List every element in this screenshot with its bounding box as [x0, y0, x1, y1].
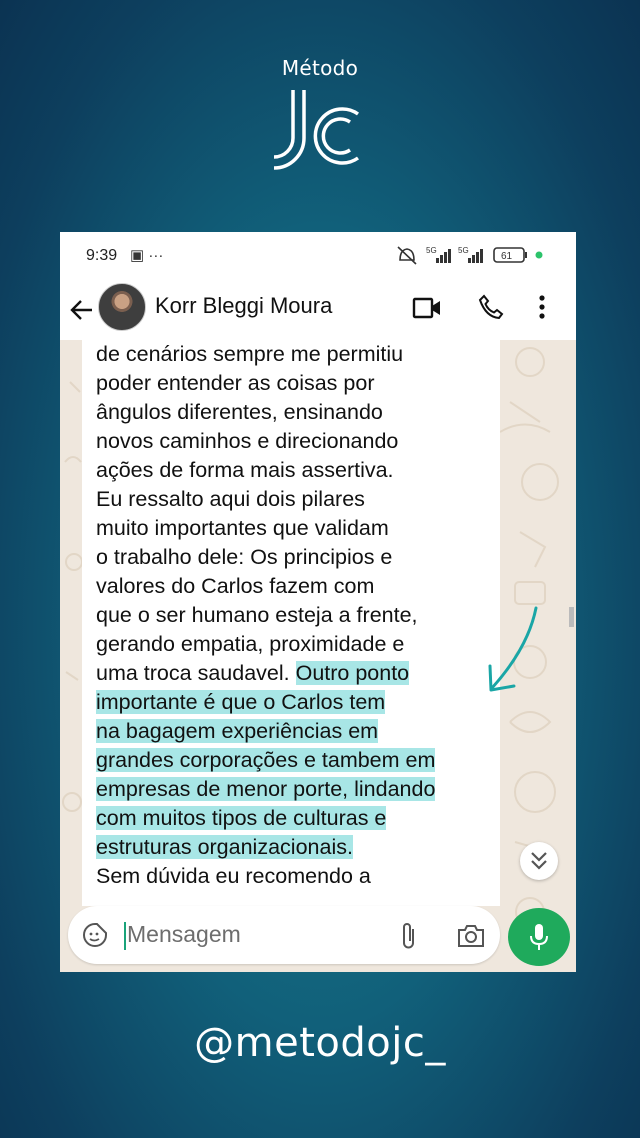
highlighted-text: estruturas organizacionais. — [96, 835, 353, 859]
message-line-text: muito importantes que validam — [96, 516, 389, 540]
more-vert-icon[interactable] — [538, 294, 546, 320]
message-line: Sem dúvida eu recomendo a — [96, 862, 500, 891]
network-label-2: 5G — [458, 246, 469, 255]
video-call-icon[interactable] — [412, 296, 442, 320]
status-notification-icons: ▣ ··· — [130, 247, 164, 264]
phone-screenshot: 9:39 ▣ ··· 5G 5G 61 Korr Bleggi Moura de… — [60, 232, 576, 972]
message-line: na bagagem experiências em — [96, 717, 500, 746]
message-line-text: gerando empatia, proximidade e — [96, 632, 405, 656]
signal-icon-2 — [468, 249, 483, 263]
message-line-text: Sem dúvida eu recomendo a — [96, 864, 371, 888]
message-line-text: que o ser humano esteja a frente, — [96, 603, 418, 627]
chat-header: Korr Bleggi Moura — [60, 278, 576, 340]
brand-logo — [273, 90, 360, 170]
status-time: 9:39 — [86, 247, 118, 264]
message-line: valores do Carlos fazem com — [96, 572, 500, 601]
mic-icon — [530, 924, 548, 950]
chevron-double-down-icon — [531, 852, 547, 870]
message-line: gerando empatia, proximidade e — [96, 630, 500, 659]
back-arrow-icon[interactable] — [68, 296, 96, 324]
message-line: muito importantes que validam — [96, 514, 500, 543]
message-line: que o ser humano esteja a frente, — [96, 601, 500, 630]
text-cursor — [124, 922, 126, 950]
message-line: de cenários sempre me permitiu — [96, 340, 500, 369]
message-line-text: valores do Carlos fazem com — [96, 574, 375, 598]
attach-icon[interactable] — [398, 921, 420, 951]
message-input[interactable] — [127, 919, 327, 949]
mic-button[interactable] — [508, 908, 570, 966]
scroll-to-bottom-button[interactable] — [520, 842, 558, 880]
contact-name[interactable]: Korr Bleggi Moura — [155, 293, 332, 319]
message-line: novos caminhos e direcionando — [96, 427, 500, 456]
phone-call-icon[interactable] — [478, 294, 504, 320]
brand-handle: @metodojc_ — [194, 1020, 446, 1066]
message-line: com muitos tipos de culturas e — [96, 804, 500, 833]
signal-icon-1 — [436, 249, 451, 263]
message-input-bar — [68, 906, 500, 964]
status-icons: 5G 5G 61 — [397, 246, 543, 265]
message-line: grandes corporações e tambem em — [96, 746, 500, 775]
status-bar: 9:39 ▣ ··· 5G 5G 61 — [60, 232, 576, 278]
mute-bell-icon — [397, 246, 417, 265]
highlighted-text: com muitos tipos de culturas e — [96, 806, 387, 830]
brand-method-label: Método — [281, 56, 359, 80]
message-line: ações de forma mais assertiva. — [96, 456, 500, 485]
privacy-dot-icon — [535, 251, 543, 259]
message-line: poder entender as coisas por — [96, 369, 500, 398]
highlighted-text: importante é que o Carlos tem — [96, 690, 386, 714]
message-line-text: de cenários sempre me permitiu — [96, 342, 404, 366]
message-line: uma troca saudavel. Outro ponto — [96, 659, 500, 688]
message-line-text: ações de forma mais assertiva. — [96, 458, 394, 482]
camera-icon[interactable] — [456, 923, 486, 949]
message-line: estruturas organizacionais. — [96, 833, 500, 862]
contact-avatar[interactable] — [98, 283, 146, 331]
highlighted-text: Outro ponto — [295, 661, 410, 685]
message-bubble[interactable]: de cenários sempre me permitiu poder ente… — [82, 340, 500, 906]
message-line: importante é que o Carlos tem — [96, 688, 500, 717]
message-line-text: uma troca saudavel. — [96, 661, 296, 685]
battery-icon: 61 — [493, 247, 527, 263]
message-line-text: ângulos diferentes, ensinando — [96, 400, 383, 424]
message-line-text: o trabalho dele: Os principios e — [96, 545, 393, 569]
message-line-text: novos caminhos e direcionando — [96, 429, 399, 453]
highlighted-text: na bagagem experiências em — [96, 719, 379, 743]
highlighted-text: empresas de menor porte, lindando — [96, 777, 436, 801]
message-line-text: poder entender as coisas por — [96, 371, 375, 395]
sticker-icon[interactable] — [82, 922, 108, 948]
message-text: de cenários sempre me permitiu poder ente… — [96, 340, 500, 891]
highlighted-text: grandes corporações e tambem em — [96, 748, 436, 772]
message-line: empresas de menor porte, lindando — [96, 775, 500, 804]
annotation-arrow-icon — [488, 606, 538, 692]
message-line: ângulos diferentes, ensinando — [96, 398, 500, 427]
message-line: o trabalho dele: Os principios e — [96, 543, 500, 572]
network-label-1: 5G — [426, 246, 437, 255]
battery-level: 61 — [501, 251, 513, 262]
message-line-text: Eu ressalto aqui dois pilares — [96, 487, 365, 511]
message-line: Eu ressalto aqui dois pilares — [96, 485, 500, 514]
